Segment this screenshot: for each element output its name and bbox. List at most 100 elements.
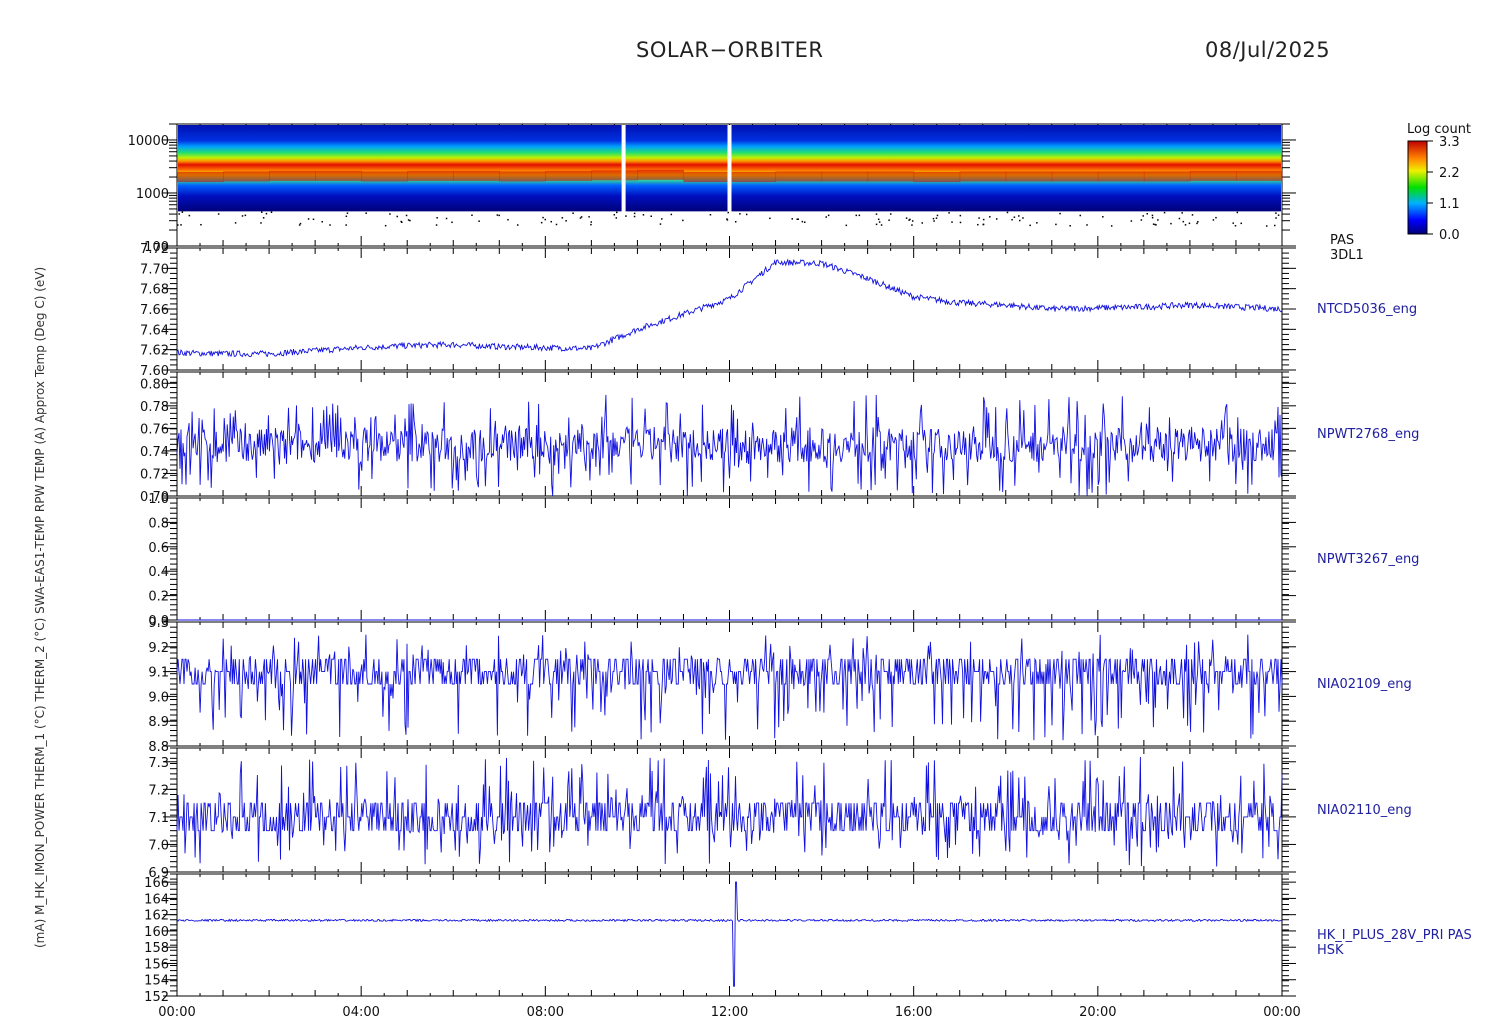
spectrogram-speck <box>1055 223 1057 226</box>
spectrogram-speck <box>933 220 935 222</box>
spectrogram-speck <box>1232 222 1234 224</box>
spectrogram-speck <box>409 219 411 222</box>
spectrogram-speck <box>507 218 509 221</box>
spectrogram-speck <box>797 218 799 220</box>
y-tick-label: 7.72 <box>140 242 169 257</box>
spectrogram-speck <box>1151 214 1154 217</box>
spectrogram-speck <box>1086 224 1088 226</box>
y-tick-label: 1.0 <box>148 492 169 507</box>
spectrogram-speck <box>1130 220 1133 222</box>
spectrogram-speck <box>1146 212 1149 215</box>
panel-npwt3267: 1.00.80.60.40.20.0NPWT3267_eng <box>148 492 1419 629</box>
spectrogram-speck <box>1069 225 1071 227</box>
spectrogram-speck <box>1265 225 1268 227</box>
spectrogram-speck <box>982 223 985 226</box>
spectrogram-peak <box>683 172 730 183</box>
spectrogram-speck <box>908 219 910 221</box>
spectrogram-speck <box>384 224 387 227</box>
spectrogram-speck <box>905 217 908 219</box>
spectrogram-speck <box>1022 217 1024 219</box>
spectrogram-speck <box>579 217 582 219</box>
x-tick-label: 00:00 <box>1263 1005 1300 1020</box>
spectrogram-speck <box>1170 222 1172 225</box>
x-tick-label: 04:00 <box>342 1005 379 1020</box>
spectrogram-speck <box>1140 219 1143 221</box>
y-tick-label: 154 <box>144 974 169 989</box>
spectrogram-speck <box>682 219 684 222</box>
spectrogram-speck <box>1029 224 1031 227</box>
y-tick-label: 166 <box>144 876 169 891</box>
spectrogram-speck <box>801 220 804 223</box>
colorbar-tick-label: 0.0 <box>1439 228 1460 243</box>
y-tick-label: 0.6 <box>148 541 169 556</box>
y-tick-label: 8.9 <box>148 715 169 730</box>
y-tick-label: 0.72 <box>140 467 169 482</box>
y-tick-label: 7.66 <box>140 303 169 318</box>
stack-plot: 100001000100 PAS3DL1Log count3.32.21.10.0… <box>33 122 1472 1020</box>
spectrogram-speck <box>995 218 998 220</box>
spectrogram-speck <box>1006 211 1009 214</box>
panel-frame <box>176 873 1283 997</box>
y-tick-label: 9.1 <box>148 666 169 681</box>
panel-right-label: NPWT3267_eng <box>1317 552 1419 567</box>
series-line <box>176 258 1283 358</box>
spectrogram-speck <box>1275 217 1277 219</box>
y-tick-label: 9.2 <box>148 641 169 656</box>
spectrogram-speck <box>1197 221 1199 223</box>
spectrogram-speck <box>959 214 962 217</box>
panel-right-label: NIA02109_eng <box>1317 677 1412 692</box>
spectrogram-speck <box>734 221 737 223</box>
y-tick-label: 0.2 <box>148 590 169 605</box>
spectrogram-speck <box>1079 214 1082 217</box>
spectrogram-speck <box>1059 212 1061 215</box>
spectrogram-speck <box>590 223 592 226</box>
spectrogram-speck <box>878 221 881 223</box>
y-tick-label: 0.76 <box>140 422 169 437</box>
spectrogram-speck <box>633 215 636 218</box>
spectrogram-speck <box>791 218 793 220</box>
spectrogram-speck <box>1236 211 1239 214</box>
spectrogram-speck <box>650 215 652 217</box>
panel-npwt2768: 0.800.780.760.740.720.70NPWT2768_eng <box>140 371 1419 505</box>
spectrogram-speck <box>1155 224 1157 226</box>
spectrogram-speck <box>1182 220 1185 223</box>
spectrogram-peak <box>1143 171 1191 182</box>
spectrogram-speck <box>498 214 500 217</box>
spectrogram-speck <box>642 214 645 216</box>
spectrogram-speck <box>951 221 953 223</box>
y-tick-label: 7.1 <box>148 811 169 826</box>
spectrogram-peak <box>223 171 270 182</box>
spectrogram-speck <box>889 213 892 215</box>
panel-ntcd5036: 7.727.707.687.667.647.627.60NTCD5036_eng <box>140 242 1417 379</box>
spectrogram-speck <box>270 211 273 213</box>
spectrogram-speck <box>1036 222 1038 224</box>
spectrogram-speck <box>1234 225 1237 227</box>
spectrogram-speck <box>321 220 323 223</box>
spectrogram-speck <box>1184 224 1187 226</box>
spectrogram-peak <box>1189 170 1237 181</box>
spectrogram-speck <box>572 212 574 214</box>
series-line <box>176 634 1283 741</box>
spectrogram-speck <box>181 211 184 213</box>
spectrogram-speck <box>346 212 349 214</box>
spectrogram-speck <box>1142 215 1144 217</box>
panel-pas-energy-spectrogram: 100001000100 PAS3DL1Log count3.32.21.10.0 <box>128 122 1471 263</box>
x-tick-label: 16:00 <box>895 1005 932 1020</box>
x-tick-label: 00:00 <box>158 1005 195 1020</box>
spectrogram-peak <box>729 172 777 183</box>
spectrogram-peak <box>545 170 592 181</box>
spectrogram-speck <box>855 214 858 217</box>
spectrogram-speck <box>200 223 202 226</box>
panel-right-label: 3DL1 <box>1330 248 1364 263</box>
panel-right-label: NIA02110_eng <box>1317 803 1412 818</box>
spectrogram-speck <box>670 213 673 216</box>
spectrogram-peak <box>959 171 1007 182</box>
spectrogram-speck <box>661 218 663 220</box>
panel-frame <box>176 497 1283 621</box>
spectrogram-speck <box>1018 219 1021 222</box>
spectrogram-speck <box>1152 223 1155 225</box>
panel-nia02110: 7.37.27.17.06.9NIA02110_eng <box>148 747 1412 881</box>
y-tick-label: 7.2 <box>148 783 169 798</box>
series-line <box>176 756 1283 867</box>
spectrogram-speck <box>877 218 880 221</box>
